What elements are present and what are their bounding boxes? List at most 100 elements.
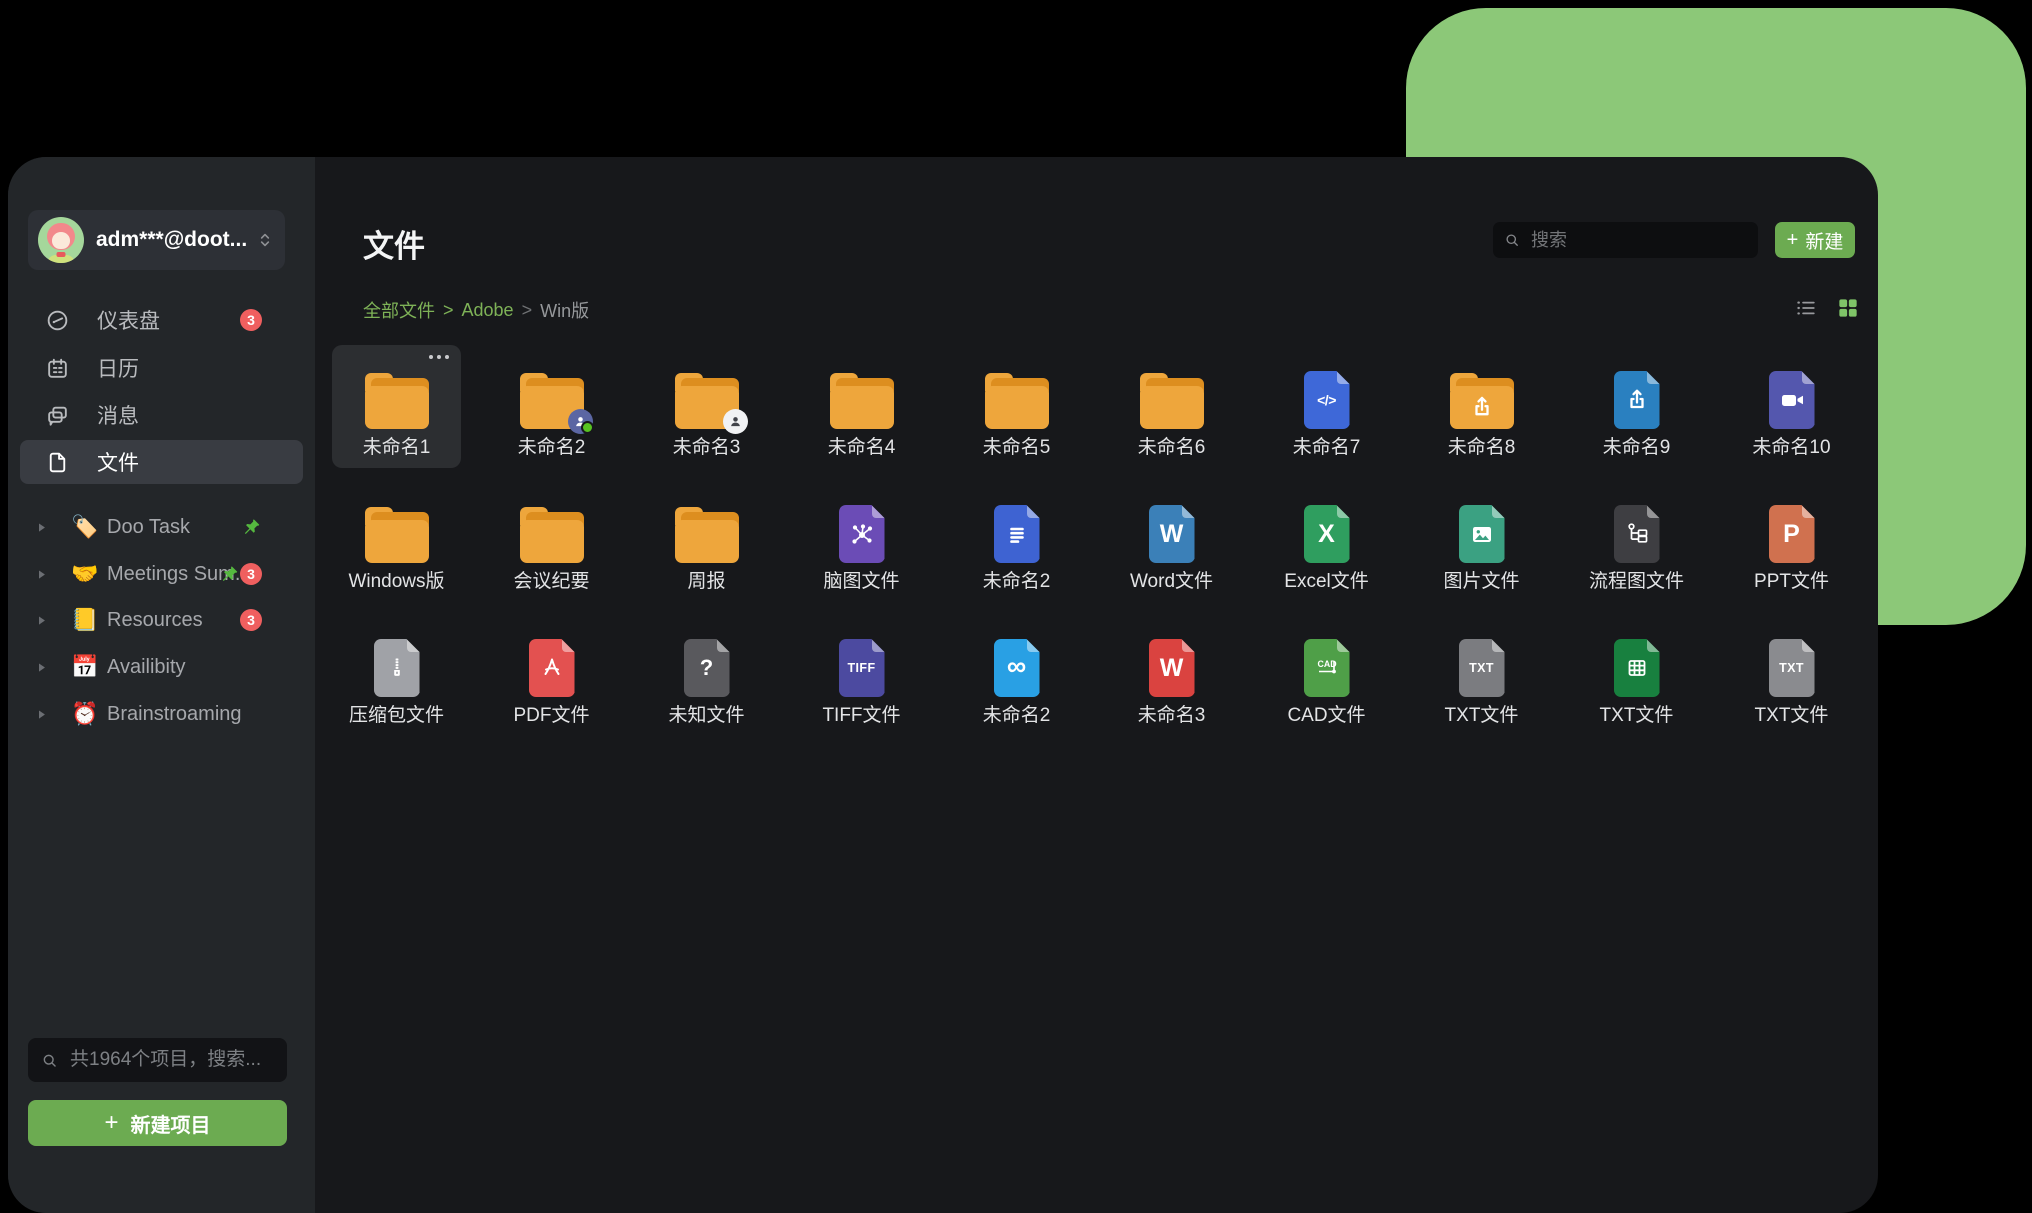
file-icon: TXT xyxy=(1769,639,1815,697)
pdf-icon xyxy=(529,639,575,697)
file-tile[interactable]: TIFFTIFF文件 xyxy=(797,613,926,736)
folder-icon xyxy=(985,373,1049,429)
folder-tile[interactable]: 未命名4 xyxy=(797,345,926,468)
project-item[interactable]: 📒Resources3 xyxy=(20,598,303,642)
sidebar-item-messages[interactable]: 消息 xyxy=(20,393,303,437)
file-icon xyxy=(1459,505,1505,563)
new-project-button[interactable]: + 新建项目 xyxy=(28,1100,287,1146)
file-type-glyph: TIFF xyxy=(839,639,885,697)
file-label: 图片文件 xyxy=(1443,571,1519,592)
breadcrumb-separator: > xyxy=(443,300,454,321)
file-tile[interactable]: PDF文件 xyxy=(487,613,616,736)
file-tile[interactable]: 未命名10 xyxy=(1727,345,1856,468)
file-tile[interactable]: 脑图文件 xyxy=(797,479,926,602)
breadcrumb-adobe[interactable]: Adobe xyxy=(462,300,514,321)
expand-arrow-icon[interactable] xyxy=(34,660,49,675)
breadcrumb-all-files[interactable]: 全部文件 xyxy=(363,297,435,323)
folder-tile[interactable]: 未命名6 xyxy=(1107,345,1236,468)
folder-tile[interactable]: 未命名5 xyxy=(952,345,1081,468)
grid-view-toggle[interactable] xyxy=(1835,295,1861,321)
file-tile[interactable]: W未命名3 xyxy=(1107,613,1236,736)
file-search-input[interactable] xyxy=(1529,229,1765,252)
file-tile[interactable]: TXTTXT文件 xyxy=(1727,613,1856,736)
more-icon[interactable] xyxy=(429,355,449,359)
file-icon xyxy=(45,450,70,475)
file-tile[interactable]: 未命名2 xyxy=(952,479,1081,602)
file-label: 未命名10 xyxy=(1752,437,1830,458)
file-tile[interactable]: WWord文件 xyxy=(1107,479,1236,602)
file-tile[interactable]: 压缩包文件 xyxy=(332,613,461,736)
file-type-glyph: TXT xyxy=(1459,639,1505,697)
file-label: 会议纪要 xyxy=(513,571,589,592)
sidebar-item-dashboard[interactable]: 仪表盘3 xyxy=(20,298,303,342)
file-tile[interactable]: ?未知文件 xyxy=(642,613,771,736)
file-tile[interactable]: ∞未命名2 xyxy=(952,613,1081,736)
sidebar-item-calendar[interactable]: 日历 xyxy=(20,346,303,390)
project-item[interactable]: 📅Availibity xyxy=(20,645,303,689)
file-tile[interactable]: TXTTXT文件 xyxy=(1417,613,1546,736)
sidebar-search xyxy=(28,1038,287,1082)
mindmap-icon xyxy=(839,505,885,563)
file-tile[interactable]: 流程图文件 xyxy=(1572,479,1701,602)
folder-tile[interactable]: 周报 xyxy=(642,479,771,602)
project-emoji-icon: 📒 xyxy=(71,607,99,633)
folder-icon xyxy=(675,507,739,563)
pin-icon xyxy=(220,565,239,584)
project-item[interactable]: 🤝Meetings Sum...3 xyxy=(20,552,303,596)
file-label: 未命名2 xyxy=(983,705,1051,726)
folder-tile[interactable]: 未命名2 xyxy=(487,345,616,468)
file-icon xyxy=(1614,371,1660,429)
search-icon xyxy=(40,1051,59,1070)
file-grid: 未命名1未命名2未命名3未命名4未命名5未命名6</>未命名7未命名8未命名9未… xyxy=(332,345,1856,736)
file-tile[interactable]: CADCAD文件 xyxy=(1262,613,1391,736)
file-tile[interactable]: 图片文件 xyxy=(1417,479,1546,602)
folder-tile[interactable]: 未命名3 xyxy=(642,345,771,468)
plus-icon: + xyxy=(104,1111,118,1135)
project-emoji-icon: 🏷️ xyxy=(71,514,99,540)
user-name: adm***@doot... xyxy=(96,228,255,252)
file-type-glyph: X xyxy=(1304,505,1350,563)
flowchart-icon xyxy=(1614,505,1660,563)
project-item[interactable]: 🏷️ Doo Task xyxy=(20,505,303,549)
file-label: Windows版 xyxy=(348,571,444,592)
folder-tile[interactable]: 会议纪要 xyxy=(487,479,616,602)
file-label: 未命名7 xyxy=(1293,437,1361,458)
user-account-switcher[interactable]: adm***@doot... xyxy=(28,210,285,270)
file-tile[interactable]: 未命名9 xyxy=(1572,345,1701,468)
file-tile[interactable]: </> 未命名7 xyxy=(1262,345,1391,468)
app-window: adm***@doot... 仪表盘3日历消息文件 🏷️Doo Task🤝Mee… xyxy=(8,157,1878,1213)
file-icon: W xyxy=(1149,505,1195,563)
file-tile[interactable]: TXT文件 xyxy=(1572,613,1701,736)
sidebar-item-files[interactable]: 文件 xyxy=(20,440,303,484)
project-emoji-icon: 🤝 xyxy=(71,561,99,587)
folder-tile[interactable]: 未命名8 xyxy=(1417,345,1546,468)
folder-tile[interactable]: Windows版 xyxy=(332,479,461,602)
file-tile[interactable]: XExcel文件 xyxy=(1262,479,1391,602)
project-emoji-icon: ⏰ xyxy=(71,701,99,727)
sidebar: adm***@doot... 仪表盘3日历消息文件 🏷️ Doo Task 🤝Mee… xyxy=(8,157,315,1213)
file-icon xyxy=(374,639,420,697)
file-icon: </> xyxy=(1304,371,1350,429)
expand-arrow-icon[interactable] xyxy=(34,613,49,628)
project-search-input[interactable] xyxy=(68,1048,317,1072)
new-file-button[interactable]: + 新建 xyxy=(1775,222,1855,258)
dashboard-icon xyxy=(45,308,70,333)
expand-arrow-icon[interactable] xyxy=(34,567,49,582)
file-label: 未命名3 xyxy=(673,437,741,458)
page-title: 文件 xyxy=(363,221,425,266)
list-view-toggle[interactable] xyxy=(1793,295,1819,321)
file-label: 脑图文件 xyxy=(823,571,899,592)
breadcrumb-current: Win版 xyxy=(540,297,589,323)
folder-tile[interactable]: 未命名1 xyxy=(332,345,461,468)
file-label: 未命名5 xyxy=(983,437,1051,458)
expand-arrow-icon[interactable] xyxy=(34,707,49,722)
folder-icon xyxy=(365,507,429,563)
file-icon: TIFF xyxy=(839,639,885,697)
avatar xyxy=(38,217,84,263)
file-label: 未知文件 xyxy=(668,705,744,726)
file-tile[interactable]: PPPT文件 xyxy=(1727,479,1856,602)
doc-lines-icon xyxy=(994,505,1040,563)
project-item[interactable]: ⏰Brainstroaming xyxy=(20,692,303,736)
project-label: Doo Task xyxy=(107,516,190,539)
expand-arrow-icon[interactable] xyxy=(34,520,49,535)
